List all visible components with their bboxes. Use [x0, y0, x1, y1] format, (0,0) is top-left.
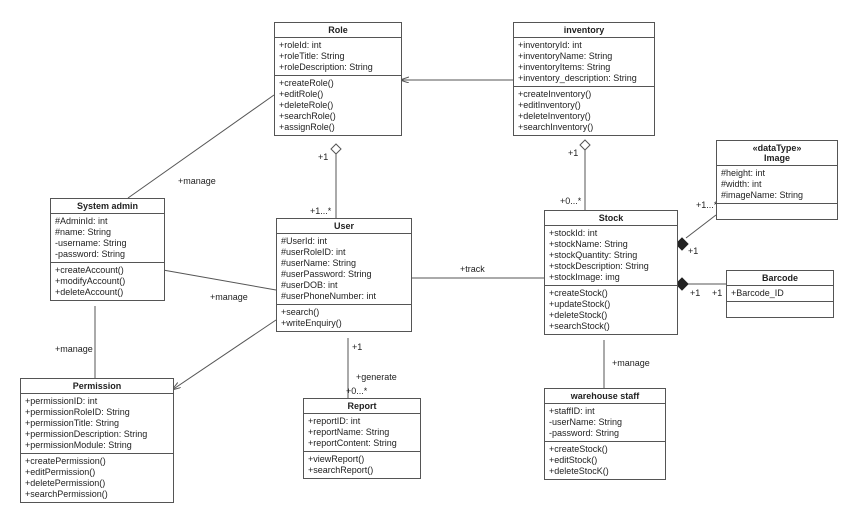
mult: +1 — [568, 148, 578, 158]
class-title: «dataType» Image — [717, 141, 837, 166]
class-role: Role+roleId: int +roleTitle: String +rol… — [274, 22, 402, 136]
class-operations: +createAccount() +modifyAccount() +delet… — [51, 263, 164, 300]
mult: +1...* — [696, 200, 717, 210]
label-manage: +manage — [612, 358, 650, 368]
class-operations: +createPermission() +editPermission() +d… — [21, 454, 173, 502]
class-operations: +search() +writeEnquiry() — [277, 305, 411, 331]
class-title: Role — [275, 23, 401, 38]
class-operations: +createStock() +updateStock() +deleteSto… — [545, 286, 677, 334]
class-stock: Stock+stockId: int +stockName: String +s… — [544, 210, 678, 335]
class-operations: +createStock() +editStock() +deleteStocK… — [545, 442, 665, 479]
label-manage: +manage — [210, 292, 248, 302]
mult: +1 — [352, 342, 362, 352]
class-operations: +createRole() +editRole() +deleteRole() … — [275, 76, 401, 135]
class-attributes: #AdminId: int #name: String -username: S… — [51, 214, 164, 263]
class-attributes: +stockId: int +stockName: String +stockQ… — [545, 226, 677, 286]
class-user: User#UserId: int #userRoleID: int #userN… — [276, 218, 412, 332]
class-title: User — [277, 219, 411, 234]
label-manage: +manage — [55, 344, 93, 354]
class-attributes: +Barcode_ID — [727, 286, 833, 302]
class-image: «dataType» Image#height: int #width: int… — [716, 140, 838, 220]
label-generate: +generate — [356, 372, 397, 382]
class-operations — [727, 302, 833, 317]
label-manage: +manage — [178, 176, 216, 186]
class-report: Report+reportID: int +reportName: String… — [303, 398, 421, 479]
class-barcode: Barcode+Barcode_ID — [726, 270, 834, 318]
class-attributes: +reportID: int +reportName: String +repo… — [304, 414, 420, 452]
class-title: inventory — [514, 23, 654, 38]
class-attributes: +inventoryId: int +inventoryName: String… — [514, 38, 654, 87]
class-title: System admin — [51, 199, 164, 214]
class-title: Barcode — [727, 271, 833, 286]
class-sysadmin: System admin#AdminId: int #name: String … — [50, 198, 165, 301]
mult: +0...* — [346, 386, 367, 396]
class-attributes: #height: int #width: int #imageName: Str… — [717, 166, 837, 204]
class-whstaff: warehouse staff+staffID: int -userName: … — [544, 388, 666, 480]
class-attributes: +roleId: int +roleTitle: String +roleDes… — [275, 38, 401, 76]
class-title: warehouse staff — [545, 389, 665, 404]
label-track: +track — [460, 264, 485, 274]
class-permission: Permission+permissionID: int +permission… — [20, 378, 174, 503]
class-title: Stock — [545, 211, 677, 226]
class-title: Permission — [21, 379, 173, 394]
class-attributes: +permissionID: int +permissionRoleID: St… — [21, 394, 173, 454]
mult: +1 — [688, 246, 698, 256]
mult: +1 — [690, 288, 700, 298]
mult: +1 — [712, 288, 722, 298]
diagram-canvas: +manage +manage +manage +track +generate… — [0, 0, 862, 519]
class-attributes: +staffID: int -userName: String -passwor… — [545, 404, 665, 442]
class-title: Report — [304, 399, 420, 414]
class-operations — [717, 204, 837, 219]
class-attributes: #UserId: int #userRoleID: int #userName:… — [277, 234, 411, 305]
class-operations: +viewReport() +searchReport() — [304, 452, 420, 478]
mult: +0...* — [560, 196, 581, 206]
mult: +1...* — [310, 206, 331, 216]
mult: +1 — [318, 152, 328, 162]
class-operations: +createInventory() +editInventory() +del… — [514, 87, 654, 135]
class-inventory: inventory+inventoryId: int +inventoryNam… — [513, 22, 655, 136]
